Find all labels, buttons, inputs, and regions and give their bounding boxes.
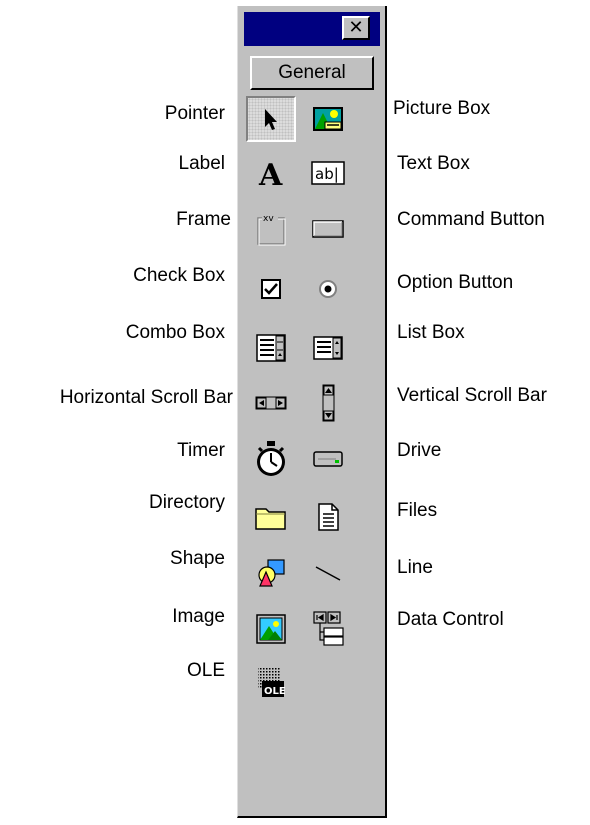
- frame-icon-glyph: xv: [263, 214, 274, 224]
- picture-box-tool[interactable]: [303, 96, 353, 142]
- picture-box-icon: [313, 107, 343, 131]
- close-icon: ✕: [348, 17, 364, 38]
- horizontal-scrollbar-icon: [255, 396, 287, 410]
- timer-tool[interactable]: [246, 436, 296, 482]
- label-tool[interactable]: A: [246, 150, 296, 196]
- label-frame: Frame: [176, 209, 231, 230]
- label-ole: OLE: [186, 660, 225, 681]
- label-hscroll: Horizontal Scroll Bar: [59, 387, 233, 408]
- label-icon: A: [258, 158, 283, 190]
- checkbox-icon: [261, 279, 281, 299]
- label-combo-box: Combo Box: [125, 322, 225, 343]
- vertical-scrollbar-icon: [322, 384, 335, 422]
- label-pointer: Pointer: [164, 103, 225, 124]
- data-control-tool[interactable]: [303, 606, 353, 652]
- combo-box-icon: [256, 334, 286, 362]
- vscroll-tool[interactable]: [303, 380, 353, 426]
- frame-icon: xv: [257, 213, 286, 246]
- drive-icon: [313, 451, 343, 467]
- text-box-tool[interactable]: ab|: [303, 150, 353, 196]
- image-icon: [256, 614, 286, 644]
- pointer-tool[interactable]: [246, 96, 296, 142]
- ole-tool[interactable]: OLE: [246, 660, 296, 706]
- drive-tool[interactable]: [303, 436, 353, 482]
- label-shape: Shape: [170, 548, 225, 569]
- label-check-box: Check Box: [133, 265, 225, 286]
- pointer-icon: [265, 109, 277, 130]
- folder-icon: [255, 508, 286, 530]
- hscroll-tool[interactable]: [246, 380, 296, 426]
- label-command-button: Command Button: [397, 209, 545, 230]
- data-control-icon: [313, 611, 344, 646]
- image-tool[interactable]: [246, 606, 296, 652]
- list-box-tool[interactable]: [303, 325, 353, 371]
- shape-tool[interactable]: [246, 550, 296, 596]
- label-option-button: Option Button: [397, 272, 514, 293]
- list-box-icon: [313, 336, 343, 360]
- line-tool[interactable]: [303, 550, 353, 596]
- files-tool[interactable]: [303, 494, 353, 540]
- label-icon-glyph: A: [258, 158, 283, 190]
- combo-box-tool[interactable]: [246, 325, 296, 371]
- label-label: Label: [178, 153, 226, 174]
- text-box-icon-glyph: ab|: [315, 165, 339, 183]
- label-timer: Timer: [177, 440, 225, 461]
- ole-icon-glyph: OLE: [264, 686, 286, 697]
- command-button-icon: [312, 220, 344, 238]
- label-picture-box: Picture Box: [393, 98, 491, 119]
- label-drive: Drive: [397, 440, 442, 461]
- label-image: Image: [172, 606, 225, 627]
- stopwatch-icon: [257, 441, 285, 476]
- label-files: Files: [397, 500, 438, 521]
- shape-icon: [258, 559, 285, 587]
- close-button[interactable]: ✕: [342, 16, 370, 40]
- label-list-box: List Box: [397, 322, 465, 343]
- directory-tool[interactable]: [246, 494, 296, 540]
- label-text-box: Text Box: [397, 153, 470, 174]
- label-data-control: Data Control: [397, 609, 504, 630]
- ole-icon: OLE: [258, 667, 286, 697]
- option-button-tool[interactable]: [303, 266, 353, 312]
- label-line: Line: [397, 557, 433, 578]
- check-box-tool[interactable]: [246, 266, 296, 312]
- file-icon: [318, 503, 339, 531]
- label-vscroll: Vertical Scroll Bar: [397, 385, 547, 406]
- line-icon: [315, 566, 341, 581]
- radio-button-icon: [319, 280, 337, 298]
- command-button-tool[interactable]: [303, 206, 353, 252]
- text-box-icon: ab|: [311, 161, 345, 185]
- label-directory: Directory: [148, 492, 225, 513]
- frame-tool[interactable]: xv: [246, 206, 296, 252]
- tab-general[interactable]: General: [250, 56, 374, 90]
